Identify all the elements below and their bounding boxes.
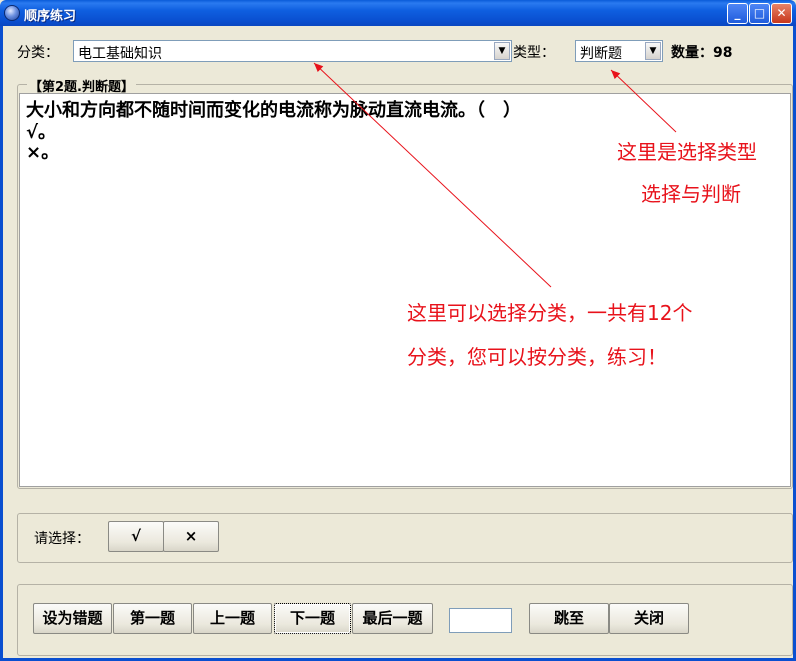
maximize-button[interactable]: □: [749, 3, 770, 24]
type-select[interactable]: 判断题 ▼: [575, 40, 663, 62]
category-annotation-line1: 这里可以选择分类，一共有12个: [407, 301, 693, 325]
answer-true-button[interactable]: √: [108, 521, 164, 552]
title-bar[interactable]: 顺序练习 _ □ ✕: [0, 0, 796, 26]
answer-false-button[interactable]: ×: [163, 521, 219, 552]
question-option-false: ×。: [26, 142, 60, 163]
category-label: 分类：: [17, 45, 59, 61]
count-label: 数量：98: [671, 42, 732, 62]
first-question-button[interactable]: 第一题: [113, 603, 192, 634]
jump-button[interactable]: 跳至: [529, 603, 609, 634]
question-text: 大小和方向都不随时间而变化的电流称为脉动直流电流。（ ）: [26, 100, 521, 121]
count-label-text: 数量：: [671, 45, 713, 61]
category-value: 电工基础知识: [78, 46, 162, 62]
type-annotation-line2: 选择与判断: [641, 182, 741, 206]
type-value: 判断题: [580, 46, 622, 62]
answer-prompt: 请选择：: [34, 531, 90, 547]
jump-input[interactable]: [449, 608, 512, 633]
previous-question-button[interactable]: 上一题: [193, 603, 272, 634]
close-window-button[interactable]: ✕: [771, 3, 792, 24]
app-icon: [4, 5, 20, 21]
chevron-down-icon[interactable]: ▼: [494, 42, 510, 60]
category-select[interactable]: 电工基础知识 ▼: [73, 40, 512, 62]
last-question-button[interactable]: 最后一题: [352, 603, 433, 634]
window-title: 顺序练习: [24, 9, 77, 24]
type-annotation-line1: 这里是选择类型: [617, 140, 757, 164]
type-label: 类型：: [513, 45, 555, 61]
count-value: 98: [713, 45, 733, 61]
minimize-button[interactable]: _: [727, 3, 748, 24]
next-question-button[interactable]: 下一题: [274, 603, 351, 634]
mark-wrong-button[interactable]: 设为错题: [33, 603, 112, 634]
category-annotation-line2: 分类，您可以按分类，练习！: [407, 345, 667, 369]
close-button[interactable]: 关闭: [609, 603, 689, 634]
chevron-down-icon[interactable]: ▼: [645, 42, 661, 60]
